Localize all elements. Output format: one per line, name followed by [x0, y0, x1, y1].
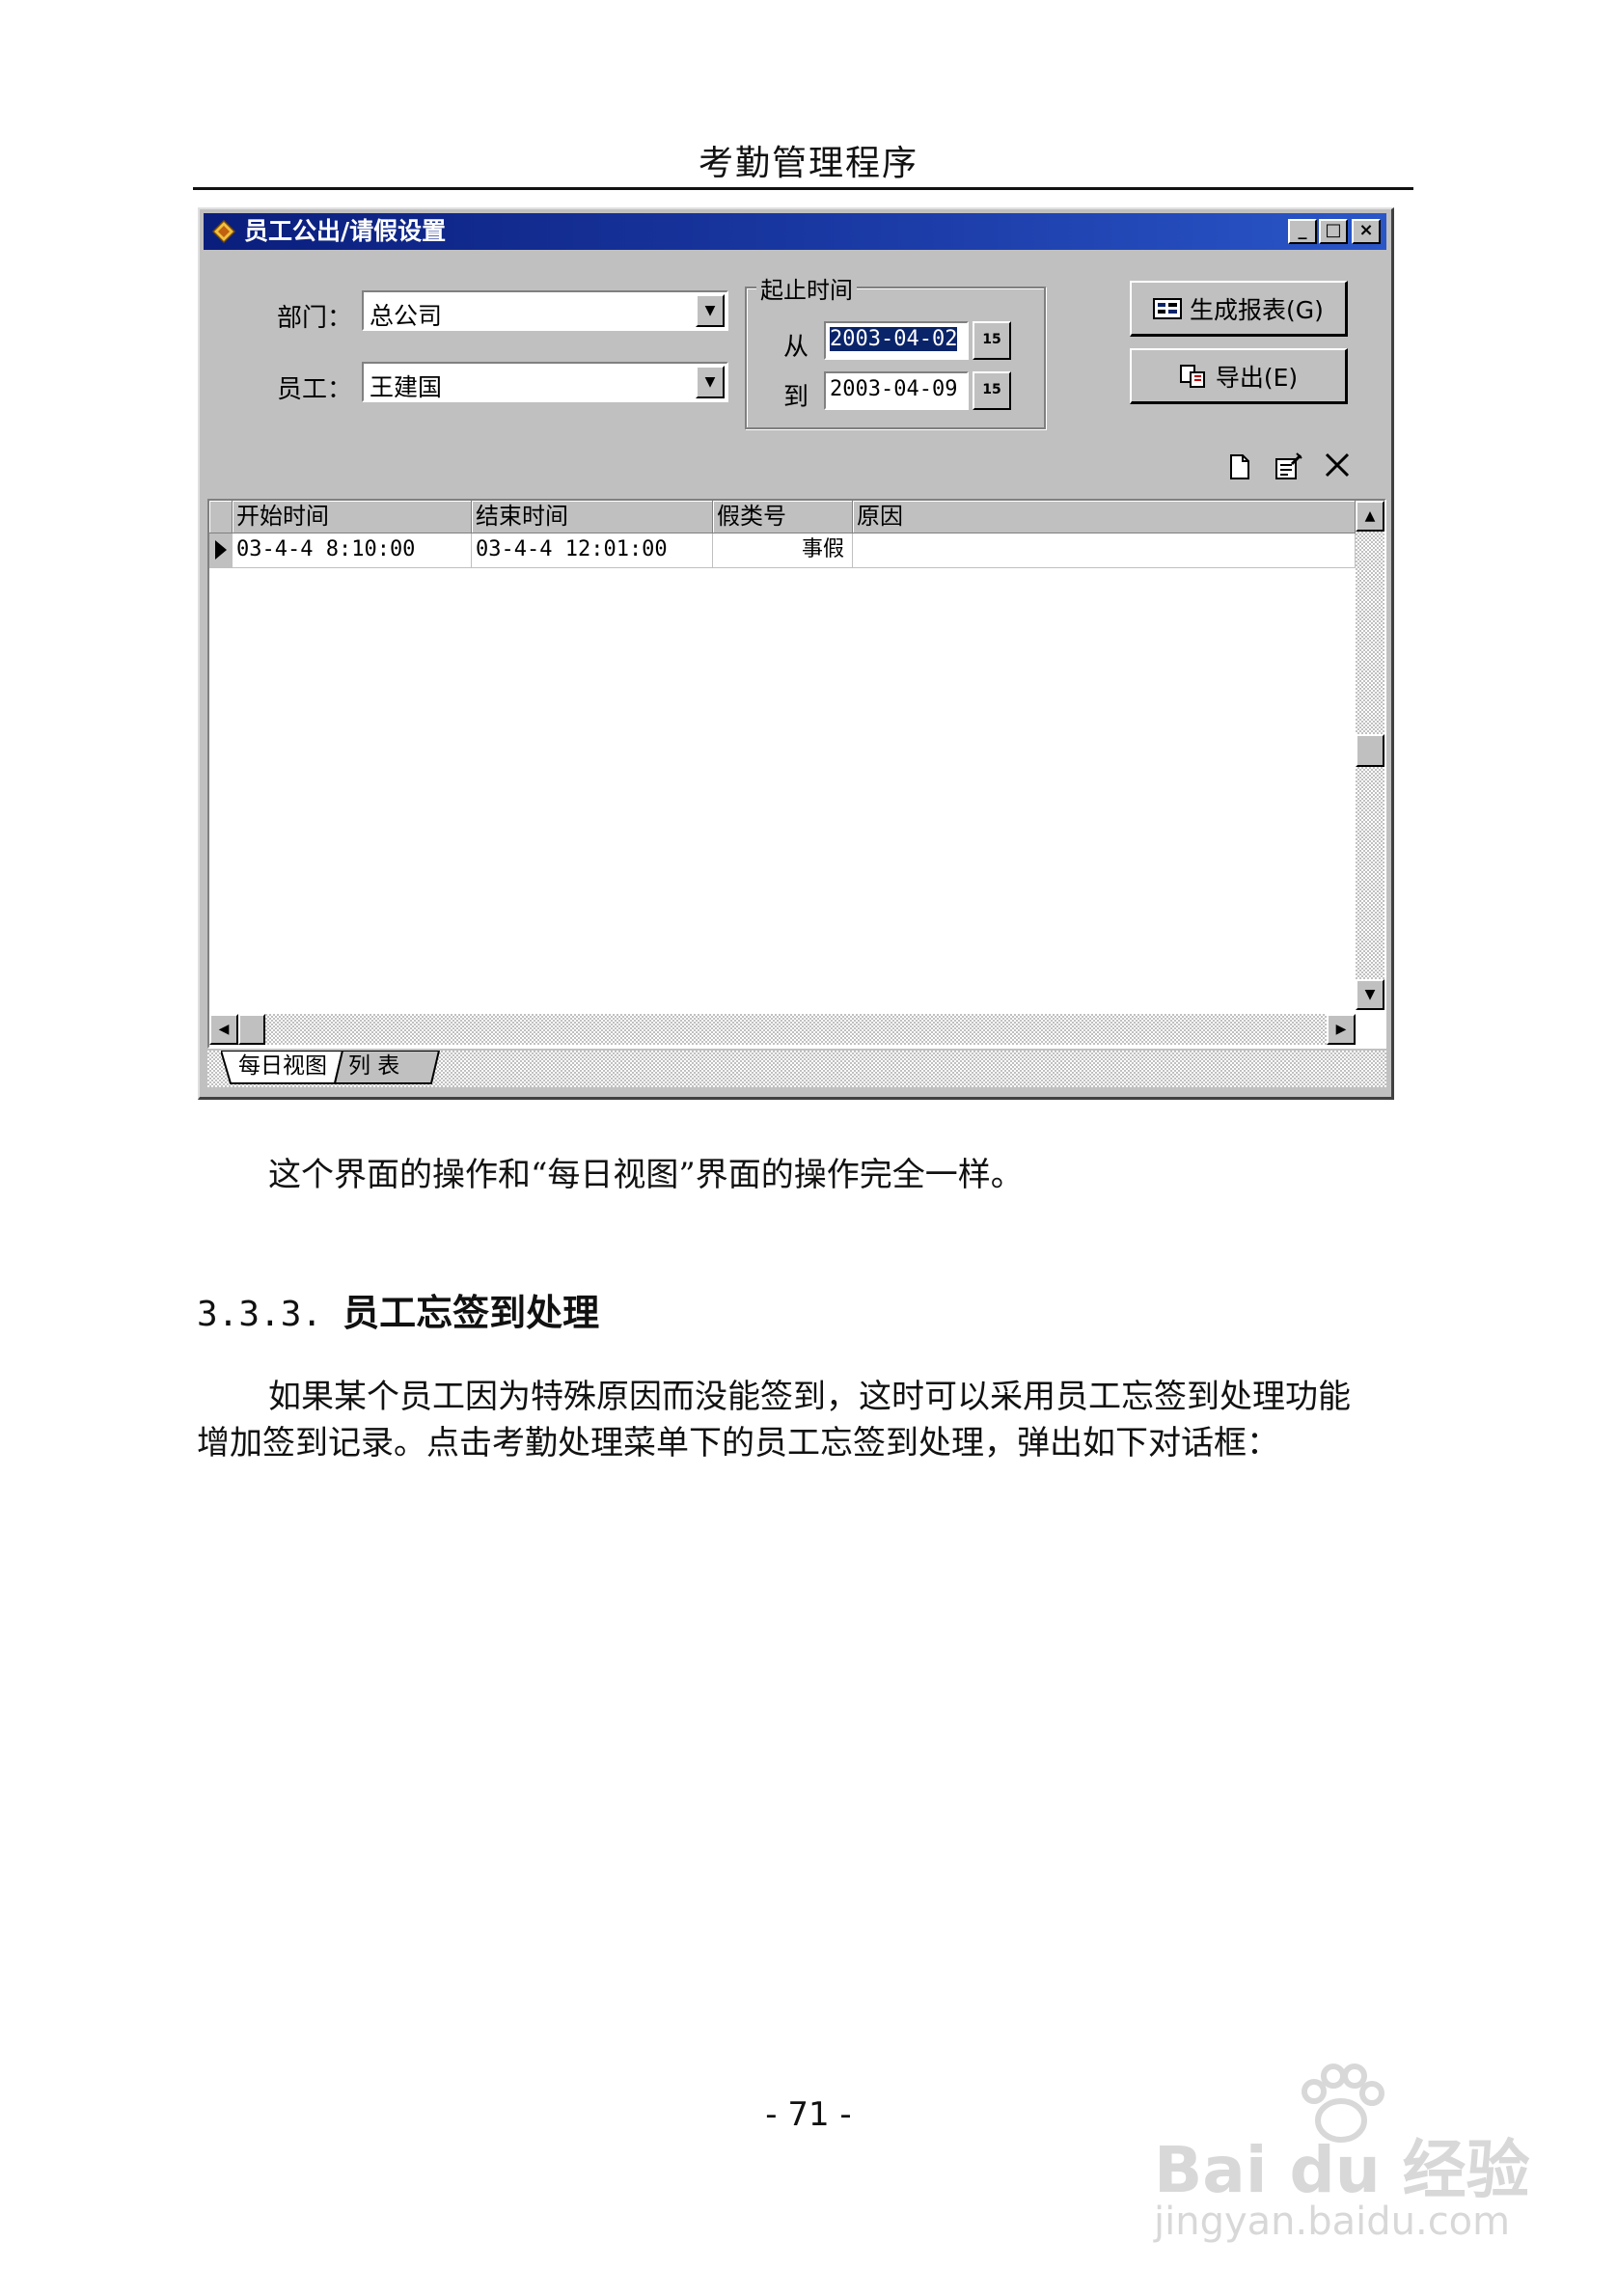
paragraph-2-line-1: 如果某个员工因为特殊原因而没能签到，这时可以采用员工忘签到处理功能: [268, 1378, 1351, 1416]
paragraph-2-line-2: 增加签到记录。点击考勤处理菜单下的员工忘签到处理，弹出如下对话框：: [197, 1424, 1279, 1462]
current-row-icon: [215, 540, 227, 560]
scroll-right-icon[interactable]: ▶: [1327, 1014, 1356, 1045]
department-combo[interactable]: 总公司 ▼: [362, 290, 728, 331]
scroll-left-icon[interactable]: ◀: [209, 1014, 238, 1045]
to-date-input[interactable]: 2003-04-09: [824, 371, 969, 410]
watermark-brand: Bai du 经验: [1154, 2133, 1530, 2207]
calendar-icon[interactable]: 15: [973, 371, 1011, 410]
from-date-input[interactable]: 2003-04-02: [824, 321, 969, 360]
page-header: 考勤管理程序: [698, 144, 918, 183]
export-label: 导出(E): [1215, 363, 1299, 392]
new-record-icon[interactable]: [1222, 451, 1255, 483]
to-label: 到: [783, 383, 809, 412]
vertical-scrollbar[interactable]: ▲ ▼: [1356, 501, 1384, 1010]
calendar-icon[interactable]: 15: [973, 321, 1011, 360]
table-cell-start[interactable]: 03-4-4 8:10:00: [233, 533, 472, 568]
column-header-end[interactable]: 结束时间: [472, 501, 713, 533]
title-bar[interactable]: 员工公出/请假设置 _ □ ×: [204, 213, 1386, 250]
app-icon: [211, 219, 236, 244]
table-cell-reason[interactable]: [853, 533, 1356, 568]
from-label: 从: [783, 333, 809, 362]
close-button[interactable]: ×: [1352, 219, 1381, 244]
dropdown-arrow-icon[interactable]: ▼: [696, 294, 725, 327]
table-cell-type[interactable]: 事假: [713, 533, 853, 568]
generate-report-button[interactable]: 生成报表(G): [1130, 281, 1348, 337]
horizontal-scroll-thumb[interactable]: [238, 1014, 265, 1045]
horizontal-scrollbar[interactable]: ◀ ▶: [209, 1014, 1356, 1045]
delete-record-icon[interactable]: [1321, 449, 1354, 481]
employee-combo[interactable]: 王建国 ▼: [362, 362, 728, 402]
dropdown-arrow-icon[interactable]: ▼: [696, 366, 725, 398]
from-date-value: 2003-04-02: [830, 327, 958, 351]
export-icon: [1179, 364, 1205, 388]
department-value: 总公司: [370, 302, 443, 330]
vertical-scroll-thumb[interactable]: [1356, 734, 1384, 767]
header-rule: [193, 187, 1413, 190]
employee-label: 员工：: [277, 375, 353, 404]
dialog-window: 员工公出/请假设置 _ □ × 部门： 总公司 ▼ 员工： 王建国 ▼ 起止时间…: [198, 207, 1394, 1100]
tab-list[interactable]: 列 表: [348, 1051, 435, 1083]
department-label: 部门：: [277, 304, 353, 333]
watermark-url: jingyan.baidu.com: [1154, 2200, 1511, 2244]
dialog-title: 员工公出/请假设置: [244, 217, 447, 245]
date-range-title: 起止时间: [756, 271, 857, 305]
column-header-type[interactable]: 假类号: [713, 501, 853, 533]
row-indicator[interactable]: [209, 533, 233, 568]
column-header-reason[interactable]: 原因: [853, 501, 1356, 533]
date-range-group: 起止时间 从 2003-04-02 15 到 2003-04-09 15: [745, 271, 1046, 429]
generate-report-label: 生成报表(G): [1190, 295, 1324, 324]
view-tabs: 每日视图 列 表: [207, 1051, 1386, 1087]
grid-corner: [209, 501, 233, 533]
column-header-start[interactable]: 开始时间: [233, 501, 472, 533]
scroll-down-icon[interactable]: ▼: [1356, 979, 1384, 1010]
employee-value: 王建国: [370, 373, 443, 401]
report-icon: [1153, 297, 1183, 319]
records-grid[interactable]: 开始时间 结束时间 假类号 原因 03-4-4 8:10:00 03-4-4 1…: [207, 499, 1386, 1049]
table-cell-end[interactable]: 03-4-4 12:01:00: [472, 533, 713, 568]
scroll-up-icon[interactable]: ▲: [1356, 501, 1384, 532]
maximize-button[interactable]: □: [1319, 219, 1348, 244]
section-number: 3.3.3.: [197, 1295, 323, 1334]
tab-daily-view[interactable]: 每日视图: [238, 1051, 335, 1083]
minimize-button[interactable]: _: [1288, 219, 1317, 244]
paragraph-1: 这个界面的操作和“每日视图”界面的操作完全一样。: [268, 1156, 1024, 1194]
edit-record-icon[interactable]: [1273, 451, 1305, 483]
section-title: 员工忘签到处理: [343, 1292, 600, 1334]
export-button[interactable]: 导出(E): [1130, 348, 1348, 404]
section-heading: 3.3.3. 员工忘签到处理: [197, 1283, 599, 1336]
